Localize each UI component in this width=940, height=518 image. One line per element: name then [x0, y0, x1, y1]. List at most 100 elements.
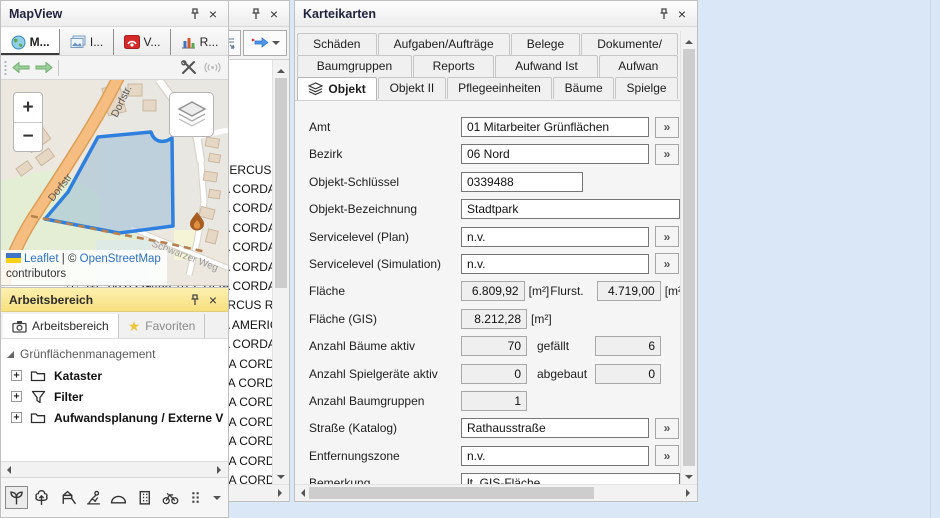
- more-tools-button[interactable]: [185, 486, 208, 509]
- servicelevel-plan-input[interactable]: n.v.: [461, 227, 649, 247]
- tab-label: R...: [200, 35, 219, 49]
- tree-tool-button[interactable]: [31, 486, 54, 509]
- close-icon[interactable]: ×: [265, 5, 283, 23]
- expander-toggle[interactable]: +: [11, 412, 22, 423]
- bezirk-lookup-button[interactable]: »: [655, 144, 679, 165]
- close-icon[interactable]: ×: [673, 5, 691, 23]
- tab-arbeitsbereich[interactable]: Arbeitsbereich: [3, 314, 119, 338]
- karteikarten-tab[interactable]: Reports: [413, 55, 495, 77]
- video-icon: [124, 35, 140, 49]
- arbeitsbereich-titlebar: Arbeitsbereich ×: [1, 288, 228, 312]
- form-row-objekt-schluessel: Objekt-Schlüssel 0339488: [309, 172, 680, 192]
- gps-signal-button[interactable]: [203, 61, 222, 74]
- karteikarten-tab[interactable]: Schäden: [297, 33, 377, 55]
- amt-lookup-button[interactable]: »: [655, 117, 679, 138]
- context-toolbar: [1, 477, 228, 517]
- bezirk-input[interactable]: 06 Nord: [461, 144, 649, 164]
- karteikarten-vertical-scrollbar[interactable]: [680, 31, 697, 484]
- landscape-tool-button[interactable]: [108, 486, 131, 509]
- field-label: Anzahl Spielgeräte aktiv: [309, 367, 461, 381]
- arbeitsbereich-tree: + Kataster + Filter: [7, 365, 228, 428]
- tab-label: Bäume: [565, 81, 603, 95]
- karteikarten-tab[interactable]: Objekt II: [378, 77, 446, 99]
- bemerkung-input[interactable]: lt. GIS-Fläche: [461, 473, 680, 484]
- tree-item-label: Filter: [51, 389, 86, 405]
- close-icon[interactable]: ×: [204, 291, 222, 309]
- pin-icon[interactable]: [247, 5, 265, 23]
- map-zoom-control: + −: [13, 92, 43, 152]
- karteikarten-title: Karteikarten: [303, 7, 655, 21]
- leaflet-link[interactable]: Leaflet: [24, 253, 59, 265]
- entfernungszone-input[interactable]: n.v.: [461, 446, 649, 466]
- servicelevel-simulation-lookup-button[interactable]: »: [655, 253, 679, 274]
- sandbox-tool-button[interactable]: [82, 486, 105, 509]
- form-row-objekt-bezeichnung: Objekt-Bezeichnung Stadtpark: [309, 199, 680, 219]
- pin-icon[interactable]: [186, 291, 204, 309]
- expander-toggle[interactable]: +: [11, 391, 22, 402]
- karteikarten-tab[interactable]: Aufgaben/Aufträge: [378, 33, 510, 55]
- amt-input[interactable]: 01 Mitarbeiter Grünflächen: [461, 117, 649, 137]
- mapview-tab[interactable]: M...: [1, 29, 60, 55]
- objekt-schluessel-input[interactable]: 0339488: [461, 172, 583, 192]
- objekt-bezeichnung-input[interactable]: Stadtpark: [461, 199, 680, 219]
- servicelevel-plan-lookup-button[interactable]: »: [655, 226, 679, 247]
- zoom-out-button[interactable]: −: [14, 122, 42, 151]
- tab-label: Pflegeeinheiten: [458, 81, 541, 95]
- strasse-lookup-button[interactable]: »: [655, 418, 679, 439]
- close-icon[interactable]: ×: [204, 5, 222, 23]
- osm-link[interactable]: OpenStreetMap: [80, 253, 161, 265]
- mapview-panel: MapView × M...: [0, 0, 229, 286]
- entfernungszone-lookup-button[interactable]: »: [655, 445, 679, 466]
- karteikarten-tab[interactable]: Pflegeeinheiten: [447, 77, 553, 99]
- toolbar-overflow-dropdown[interactable]: [210, 486, 224, 509]
- form-row-flaeche: Fläche 6.809,92 [m²] Flurst. 4.719,00 [m…: [309, 281, 680, 301]
- tree-item[interactable]: + Filter: [7, 386, 228, 407]
- toolbar-grip[interactable]: [4, 60, 7, 76]
- section-gruenflaechenmanagement[interactable]: Grünflächenmanagement: [7, 343, 228, 365]
- karteikarten-tab[interactable]: Aufwand Ist: [495, 55, 597, 77]
- strasse-input[interactable]: Rathausstraße: [461, 418, 649, 438]
- expander-toggle[interactable]: +: [11, 370, 22, 381]
- map-tools-button[interactable]: [181, 60, 198, 75]
- karteikarten-tab[interactable]: Bäume: [553, 77, 614, 99]
- map-canvas[interactable]: Dorfstr. Dorfstr Schwarzer Weg + − Leaf: [1, 80, 228, 285]
- bicycle-tool-button[interactable]: [159, 486, 182, 509]
- karteikarten-panel: Karteikarten × Schäden Aufgaben/Aufträge…: [294, 0, 698, 502]
- servicelevel-simulation-input[interactable]: n.v.: [461, 254, 649, 274]
- pin-icon[interactable]: [655, 5, 673, 23]
- karteikarten-tab[interactable]: Objekt: [297, 77, 377, 100]
- karteikarten-tab[interactable]: Dokumente/: [581, 33, 678, 55]
- arbeitsbereich-horizontal-scrollbar[interactable]: [1, 461, 228, 477]
- sprout-tool-button[interactable]: [5, 486, 28, 509]
- mapview-tab[interactable]: V...: [114, 29, 171, 55]
- karteikarten-tab[interactable]: Belege: [511, 33, 581, 55]
- map-layers-control[interactable]: [169, 92, 214, 137]
- karteikarten-tab[interactable]: Baumgruppen: [297, 55, 412, 77]
- field-label: Objekt-Schlüssel: [309, 175, 461, 189]
- mapview-tab[interactable]: R...: [171, 29, 228, 55]
- tab-favoriten[interactable]: ★ Favoriten: [119, 314, 206, 338]
- quick-jump-button[interactable]: [243, 30, 287, 56]
- section-label: Grünflächenmanagement: [20, 347, 155, 361]
- form-row-anzahl-baeume: Anzahl Bäume aktiv 70 gefällt 6: [309, 336, 680, 356]
- tab-label: M...: [30, 35, 50, 49]
- flaeche-gis-unit: [m²]: [531, 312, 552, 326]
- arbeitsbereich-panel: Arbeitsbereich × Arbeitsbereich ★ Favori…: [0, 287, 229, 518]
- playground-tower-tool-button[interactable]: [56, 486, 79, 509]
- karteikarten-tab[interactable]: Spielge: [615, 77, 678, 99]
- karteikarten-horizontal-scrollbar[interactable]: [295, 484, 697, 501]
- building-tool-button[interactable]: [133, 486, 156, 509]
- forward-arrow-button[interactable]: [35, 62, 53, 73]
- karteikarten-tab[interactable]: Aufwan: [599, 55, 679, 77]
- field-label: Straße (Katalog): [309, 421, 461, 435]
- tree-item[interactable]: + Aufwandsplanung / Externe V: [7, 407, 228, 428]
- tree-item-label: Kataster: [51, 368, 105, 384]
- zoom-in-button[interactable]: +: [14, 93, 42, 122]
- form-row-bemerkung: Bemerkung lt. GIS-Fläche: [309, 473, 680, 484]
- pin-icon[interactable]: [186, 5, 204, 23]
- mapview-tab[interactable]: I...: [60, 29, 114, 55]
- back-arrow-button[interactable]: [12, 62, 30, 73]
- kontextbaum-vertical-scrollbar[interactable]: [272, 60, 289, 484]
- tree-item[interactable]: + Kataster: [7, 365, 228, 386]
- contributors-text: contributors: [6, 268, 66, 280]
